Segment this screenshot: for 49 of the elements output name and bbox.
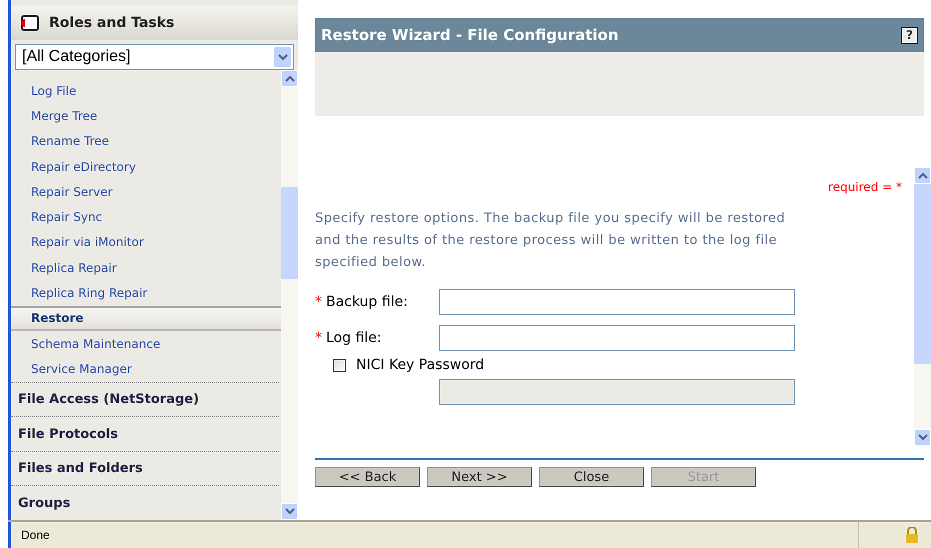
scroll-up-button[interactable] bbox=[914, 167, 931, 184]
scroll-thumb[interactable] bbox=[281, 187, 298, 279]
task-link[interactable]: Schema Maintenance bbox=[11, 331, 281, 356]
help-button[interactable]: ? bbox=[901, 26, 918, 44]
task-link[interactable]: Replica Repair bbox=[11, 255, 281, 280]
checkbox[interactable] bbox=[333, 358, 346, 372]
scroll-down-button[interactable] bbox=[914, 429, 931, 446]
chevron-down-icon bbox=[918, 434, 928, 441]
wizard-button[interactable]: << Back bbox=[315, 467, 420, 487]
scroll-up-button[interactable] bbox=[281, 70, 298, 87]
dropdown-button[interactable] bbox=[274, 47, 291, 67]
required-marker: * bbox=[315, 330, 322, 346]
task-link[interactable]: Replica Ring Repair bbox=[11, 280, 281, 306]
chevron-down-icon bbox=[284, 508, 294, 515]
sidebar-title: Roles and Tasks bbox=[49, 15, 174, 31]
description-text: Specify restore options. The backup file you specify will be restored and the results of the restore process will be written to the log file specified below. bbox=[315, 210, 786, 272]
checkbox-label[interactable]: NICI Key Password bbox=[315, 357, 795, 373]
wizard-button[interactable]: Next >> bbox=[427, 467, 532, 487]
chevron-up-icon bbox=[284, 75, 294, 82]
input-field[interactable] bbox=[439, 289, 795, 315]
task-link[interactable]: Merge Tree bbox=[11, 103, 281, 129]
field-label: Log file: bbox=[326, 330, 382, 346]
chevron-up-icon bbox=[918, 172, 928, 179]
card-icon bbox=[21, 15, 39, 31]
category-heading[interactable]: Files and Folders bbox=[11, 450, 279, 486]
scroll-down-button[interactable] bbox=[281, 503, 298, 520]
task-link[interactable]: Repair eDirectory bbox=[11, 154, 281, 180]
wizard-button[interactable]: Close bbox=[539, 467, 644, 487]
wizard-title: Restore Wizard - File Configuration bbox=[321, 26, 619, 44]
task-link[interactable]: Repair Server bbox=[11, 179, 281, 204]
chevron-down-icon bbox=[278, 54, 288, 60]
task-link[interactable]: Restore bbox=[11, 306, 281, 332]
input-field[interactable] bbox=[439, 325, 795, 351]
scroll-thumb[interactable] bbox=[914, 184, 931, 364]
required-note: required = * bbox=[828, 180, 902, 194]
required-marker: * bbox=[315, 294, 322, 310]
status-text: Done bbox=[8, 522, 858, 548]
task-link[interactable]: Log File bbox=[11, 78, 281, 104]
task-link[interactable]: Repair via iMonitor bbox=[11, 230, 281, 256]
scrollbar[interactable] bbox=[914, 167, 931, 446]
task-link[interactable]: Service Manager bbox=[11, 356, 281, 382]
category-heading[interactable]: File Access (NetStorage) bbox=[11, 382, 279, 416]
task-link[interactable]: Repair Sync bbox=[11, 204, 281, 230]
task-link[interactable]: Rename Tree bbox=[11, 128, 281, 154]
padlock-icon bbox=[905, 527, 919, 543]
field-label: Backup file: bbox=[326, 294, 408, 310]
category-heading[interactable]: File Protocols bbox=[11, 416, 279, 451]
category-select[interactable]: [All Categories] bbox=[15, 44, 294, 70]
scrollbar[interactable] bbox=[281, 70, 298, 520]
